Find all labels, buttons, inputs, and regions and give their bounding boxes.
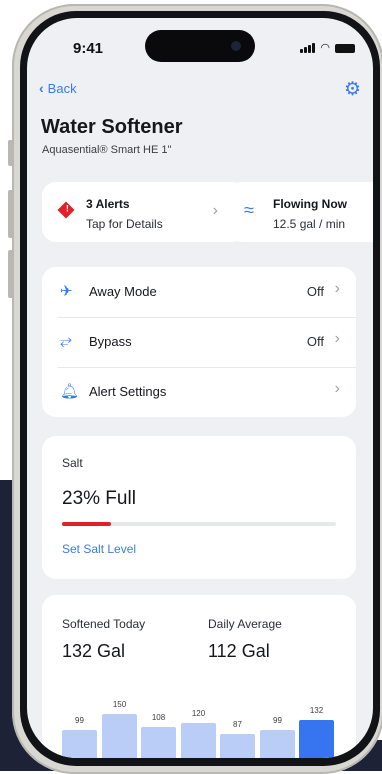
dynamic-island xyxy=(145,30,255,62)
chart-bar xyxy=(141,727,176,758)
chart-bar-label: 120 xyxy=(191,709,206,718)
chart-bar xyxy=(181,723,216,758)
chart-bar-label: 132 xyxy=(309,706,324,715)
daily-average-value: 112 Gal xyxy=(208,641,270,661)
salt-level-value: 23% Full xyxy=(62,488,136,509)
usage-bar-chart: 99 150 108 120 87 99 132 xyxy=(62,691,342,758)
alerts-title: 3 Alerts xyxy=(86,197,130,211)
camera-icon xyxy=(231,41,241,51)
phone-volume-down-button xyxy=(8,250,13,298)
chart-bar xyxy=(260,730,295,758)
salt-label: Salt xyxy=(62,456,83,470)
away-mode-label: Away Mode xyxy=(89,284,157,299)
airplane-icon: ✈ xyxy=(60,283,73,300)
bypass-value: Off xyxy=(306,334,324,349)
alert-settings-label: Alert Settings xyxy=(89,384,167,399)
set-salt-level-link[interactable]: Set Salt Level xyxy=(62,542,136,556)
phone-volume-up-button xyxy=(8,190,13,238)
back-button[interactable]: ‹ Back xyxy=(39,80,77,96)
chart-bar xyxy=(102,714,137,758)
status-time: 9:41 xyxy=(73,40,104,57)
bypass-row[interactable]: ⥂ Bypass Off › xyxy=(42,317,356,367)
device-model: Aquasential® Smart HE 1" xyxy=(42,144,172,156)
salt-card: Salt 23% Full Set Salt Level xyxy=(42,436,356,579)
wifi-icon: ◠ xyxy=(320,42,330,54)
back-label: Back xyxy=(47,80,77,96)
chart-bar-label: 150 xyxy=(112,700,127,709)
page-title: Water Softener xyxy=(41,116,183,138)
bypass-label: Bypass xyxy=(89,334,132,349)
chevron-left-icon: ‹ xyxy=(39,80,44,96)
phone-side-button xyxy=(8,140,13,166)
softened-today-value: 132 Gal xyxy=(62,641,126,661)
gear-icon[interactable]: ⚙ xyxy=(344,78,361,101)
phone-screen: 9:41 ◠ ‹ Back ⚙ Water Softener Aquasenti… xyxy=(27,18,373,758)
alert-diamond-icon: ! xyxy=(57,201,75,219)
flow-card[interactable]: ≈ Flowing Now 12.5 gal / min xyxy=(228,182,373,242)
alert-settings-row[interactable]: 🔔︎ Alert Settings › xyxy=(42,367,356,417)
chart-bar-label: 87 xyxy=(233,720,242,729)
chart-bar-label: 99 xyxy=(75,716,84,725)
daily-average-label: Daily Average xyxy=(208,617,282,631)
salt-level-bar xyxy=(62,522,336,526)
chart-bar-label: 99 xyxy=(273,716,282,725)
chevron-right-icon: › xyxy=(334,380,340,397)
alerts-card[interactable]: ! 3 Alerts Tap for Details › xyxy=(42,182,246,242)
away-mode-row[interactable]: ✈ Away Mode Off › xyxy=(42,267,356,317)
battery-icon xyxy=(335,43,355,53)
signal-icon xyxy=(300,43,316,53)
bypass-icon: ⥂ xyxy=(60,332,73,349)
away-mode-value: Off xyxy=(306,284,324,299)
chart-bar xyxy=(299,720,334,758)
chart-bar xyxy=(220,734,255,758)
softened-today-label: Softened Today xyxy=(62,617,146,631)
water-flow-icon: ≈ xyxy=(244,200,254,220)
flow-title: Flowing Now xyxy=(273,197,347,211)
flow-rate: 12.5 gal / min xyxy=(273,217,346,231)
bell-icon: 🔔︎ xyxy=(60,383,80,400)
usage-stats-card: Softened Today 132 Gal Daily Average 112… xyxy=(42,595,356,758)
alerts-subtitle: Tap for Details xyxy=(86,217,163,231)
status-icons: ◠ xyxy=(300,42,355,54)
chevron-right-icon: › xyxy=(334,330,340,347)
settings-list: ✈ Away Mode Off › ⥂ Bypass Off › 🔔︎ Aler… xyxy=(42,267,356,417)
salt-level-fill xyxy=(62,522,111,526)
chart-bar xyxy=(62,730,97,758)
chevron-right-icon: › xyxy=(212,202,218,219)
chevron-right-icon: › xyxy=(334,280,340,297)
chart-bar-label: 108 xyxy=(151,713,166,722)
